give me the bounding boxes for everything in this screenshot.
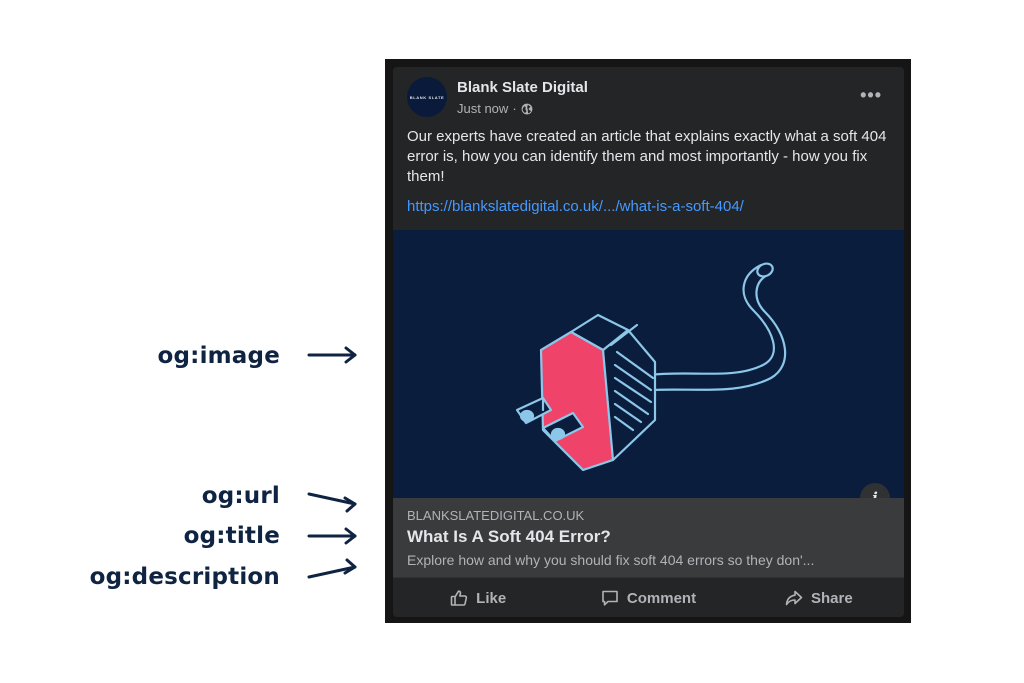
more-options-button[interactable]: •••	[860, 85, 882, 106]
action-bar: Like Comment Share	[393, 577, 904, 617]
og-image[interactable]	[393, 230, 904, 498]
share-arrow-icon	[785, 590, 803, 606]
globe-icon	[521, 103, 533, 114]
preview-title: What Is A Soft 404 Error?	[407, 527, 611, 546]
post-timestamp[interactable]: Just now	[457, 101, 508, 116]
post-meta: Just now ·	[457, 101, 533, 116]
comment-bubble-icon	[602, 590, 618, 606]
thumbs-up-icon	[450, 590, 468, 606]
meta-separator: ·	[512, 101, 517, 116]
preview-description: Explore how and why you should fix soft …	[407, 552, 815, 568]
comment-button[interactable]: Comment	[563, 578, 733, 617]
unplugged-plug-illustration	[515, 262, 787, 472]
post-header: BLANK SLATE Blank Slate Digital Just now…	[393, 67, 904, 127]
post-link[interactable]: https://blankslatedigital.co.uk/.../what…	[407, 198, 744, 215]
more-horizontal-icon: •••	[860, 85, 882, 105]
avatar[interactable]: BLANK SLATE	[407, 77, 447, 117]
comment-label: Comment	[626, 589, 697, 607]
link-preview[interactable]: BLANKSLATEDIGITAL.CO.UK What Is A Soft 4…	[393, 498, 904, 577]
annotation-label-url: og:url	[201, 483, 280, 509]
like-button[interactable]: Like	[393, 578, 563, 617]
share-button[interactable]: Share	[734, 578, 904, 617]
annotation-label-title: og:title	[183, 523, 280, 549]
avatar-text: BLANK SLATE	[409, 94, 445, 100]
page-name[interactable]: Blank Slate Digital	[457, 79, 588, 96]
annotation-label-image: og:image	[157, 343, 280, 369]
annotation-label-description: og:description	[89, 564, 280, 590]
like-label: Like	[476, 589, 507, 607]
facebook-post: BLANK SLATE Blank Slate Digital Just now…	[393, 67, 904, 617]
share-label: Share	[810, 589, 853, 607]
preview-url: BLANKSLATEDIGITAL.CO.UK	[407, 508, 585, 523]
post-text: Our experts have created an article that…	[407, 128, 887, 185]
